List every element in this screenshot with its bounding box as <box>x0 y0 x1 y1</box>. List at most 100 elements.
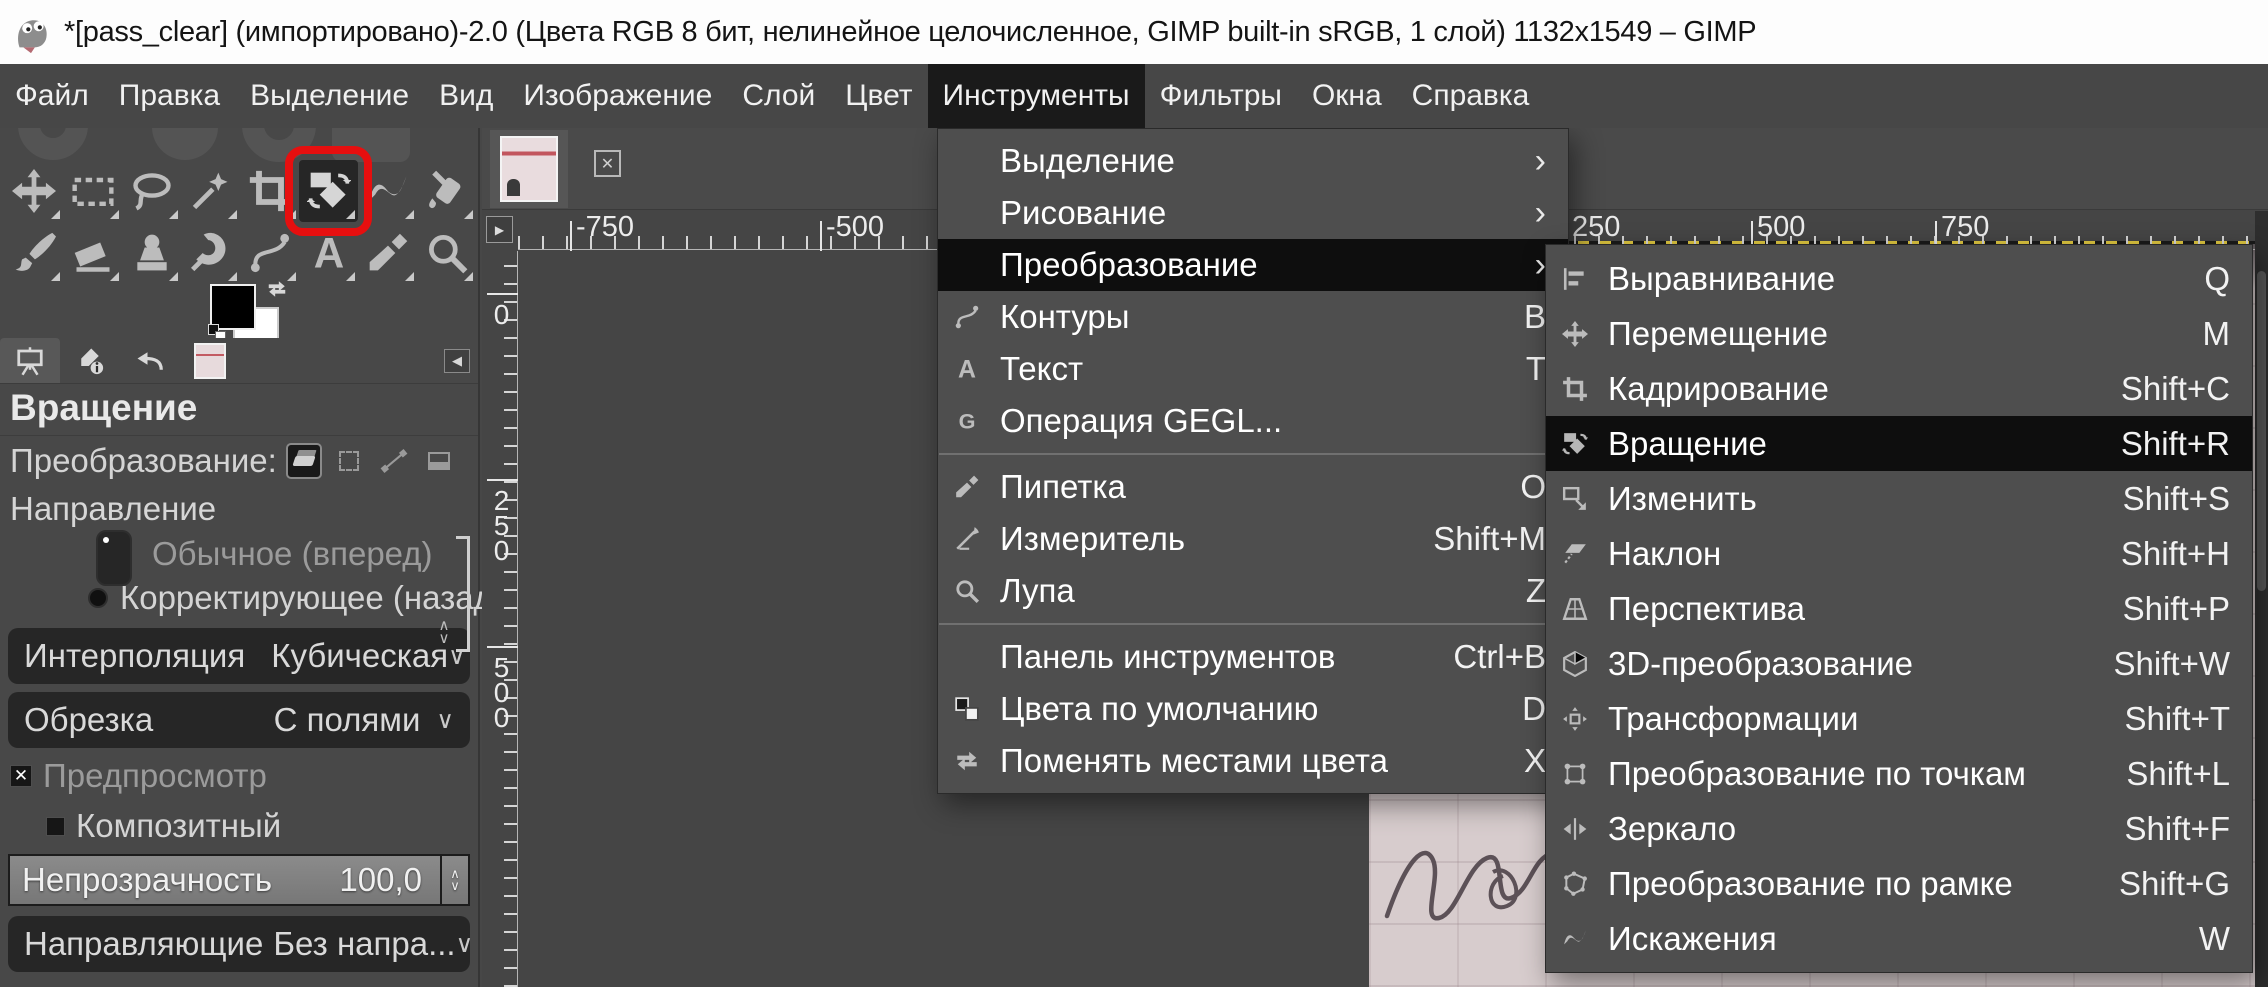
menu-item[interactable]: Искажения W <box>1546 911 2252 966</box>
vertical-scrollbar[interactable] <box>2255 211 2268 987</box>
menu-item[interactable]: Рисование › <box>938 187 1568 239</box>
menu-item[interactable]: Цвета по умолчанию D <box>938 683 1568 735</box>
checkbox-icon[interactable] <box>46 817 65 836</box>
toolbox <box>0 128 478 338</box>
menu-item[interactable]: Измеритель Shift+M <box>938 513 1568 565</box>
eraser-tool[interactable] <box>63 222 122 284</box>
warp-tool[interactable] <box>358 160 417 222</box>
menu-item[interactable]: Преобразование по рамке Shift+G <box>1546 856 2252 911</box>
bucket-fill-tool[interactable] <box>417 160 476 222</box>
tool-icon <box>307 169 351 213</box>
menubar-item[interactable]: Цвет <box>830 64 927 128</box>
direction-normal-option[interactable]: Обычное (вперед) <box>0 532 478 576</box>
menu-item[interactable]: Преобразование по точкам Shift+L <box>1546 746 2252 801</box>
menu-item[interactable] <box>939 453 1567 455</box>
direction-corrective-option[interactable]: Корректирующее (назад) ∧∨ <box>0 576 478 620</box>
interpolation-dropdown[interactable]: Интерполяция Кубическая ∨ <box>8 628 470 684</box>
paths-tool[interactable] <box>240 222 299 284</box>
free-select-tool[interactable] <box>122 160 181 222</box>
menu-item[interactable]: Операция GEGL... <box>938 395 1568 447</box>
ruler-label: 750 <box>1935 211 1989 244</box>
swap-colors-icon[interactable] <box>266 278 288 300</box>
tab-device-status[interactable] <box>60 338 120 383</box>
menu-item[interactable]: Контуры B <box>938 291 1568 343</box>
menu-item[interactable]: Кадрирование Shift+C <box>1546 361 2252 416</box>
tool-icon <box>366 231 410 275</box>
tab-tool-options[interactable] <box>0 338 60 383</box>
default-colors-icon[interactable] <box>208 324 228 338</box>
menubar-item[interactable]: Справка <box>1397 64 1545 128</box>
link-arrows-icon[interactable]: ∧∨ <box>436 582 452 682</box>
menu-item[interactable]: Лупа Z <box>938 565 1568 617</box>
clipping-value: С полями <box>274 701 421 739</box>
menu-item[interactable]: Зеркало Shift+F <box>1546 801 2252 856</box>
menu-item[interactable]: Панель инструментов Ctrl+B <box>938 631 1568 683</box>
transform-path-button[interactable] <box>376 443 412 479</box>
menubar-item[interactable]: Изображение <box>508 64 727 128</box>
menu-item[interactable]: Пипетка O <box>938 461 1568 513</box>
transform-target-label: Преобразование: <box>10 442 277 480</box>
clone-tool[interactable] <box>122 222 181 284</box>
opacity-spinner[interactable]: ∧∨ <box>440 856 468 904</box>
menu-item-icon <box>954 356 980 382</box>
zoom-tool[interactable] <box>417 222 476 284</box>
menu-item[interactable]: Перемещение M <box>1546 306 2252 361</box>
color-picker-tool[interactable] <box>358 222 417 284</box>
menu-item[interactable]: Выделение › <box>938 135 1568 187</box>
menubar-item[interactable]: Вид <box>424 64 508 128</box>
smudge-tool[interactable] <box>181 222 240 284</box>
transform-image-button[interactable] <box>421 443 457 479</box>
menu-item[interactable]: Текст T <box>938 343 1568 395</box>
menu-item[interactable]: Выравнивание Q <box>1546 251 2252 306</box>
menu-item[interactable]: Вращение Shift+R <box>1546 416 2252 471</box>
scrollbar-thumb[interactable] <box>2257 271 2266 591</box>
image-tab[interactable] <box>490 130 568 208</box>
menu-item[interactable]: Поменять местами цвета X <box>938 735 1568 787</box>
menu-item-label: Перспектива <box>1608 590 1805 628</box>
menu-item[interactable] <box>939 623 1567 625</box>
menubar-item[interactable]: Правка <box>104 64 235 128</box>
paintbrush-tool[interactable] <box>4 222 63 284</box>
composited-checkbox-row[interactable]: Композитный <box>0 804 478 848</box>
tab-image-thumbnail[interactable] <box>180 338 240 383</box>
menu-item-shortcut: Shift+P <box>2123 590 2230 628</box>
vertical-ruler[interactable]: 0250500 <box>482 251 518 987</box>
menu-item[interactable]: Наклон Shift+H <box>1546 526 2252 581</box>
menu-item[interactable]: Трансформации Shift+T <box>1546 691 2252 746</box>
menubar-item[interactable]: Инструменты <box>928 64 1145 128</box>
tools-menu: Выделение › Рисование › Преобразование ›… <box>937 128 1569 794</box>
menu-item[interactable]: Преобразование › <box>938 239 1568 291</box>
menubar-item[interactable]: Фильтры <box>1145 64 1297 128</box>
transform-layer-button[interactable] <box>286 443 322 479</box>
rectangle-select-tool[interactable] <box>63 160 122 222</box>
menubar-item[interactable]: Слой <box>727 64 830 128</box>
preview-checkbox-row[interactable]: ✕ Предпросмотр <box>0 754 478 798</box>
fuzzy-select-tool[interactable] <box>181 160 240 222</box>
ruler-corner-button[interactable]: ▶ <box>486 216 513 243</box>
menu-item-shortcut: Z <box>1526 572 1546 610</box>
tab-undo-history[interactable] <box>120 338 180 383</box>
menu-item-label: Контуры <box>1000 298 1130 336</box>
text-tool[interactable] <box>299 222 358 284</box>
menu-item-shortcut: Shift+G <box>2119 865 2230 903</box>
menu-item[interactable]: Изменить Shift+S <box>1546 471 2252 526</box>
opacity-slider[interactable]: Непрозрачность 100,0 ∧∨ <box>8 854 470 906</box>
menu-item-icon <box>1562 266 1588 292</box>
menu-item[interactable]: Перспектива Shift+P <box>1546 581 2252 636</box>
crop-tool[interactable] <box>240 160 299 222</box>
move-tool[interactable] <box>4 160 63 222</box>
image-tab-close-button[interactable]: ✕ <box>594 150 621 177</box>
menubar-item[interactable]: Окна <box>1297 64 1397 128</box>
radio-icon[interactable] <box>88 588 108 608</box>
transform-selection-button[interactable] <box>331 443 367 479</box>
fifteen-degrees-checkbox-row[interactable]: 15 градусов (Shift) <box>0 978 478 987</box>
rotate-tool[interactable] <box>299 160 358 222</box>
panel-collapse-button[interactable]: ◀ <box>444 349 470 373</box>
clipping-dropdown[interactable]: Обрезка С полями ∨ <box>8 692 470 748</box>
tool-icon <box>366 169 410 213</box>
menubar-item[interactable]: Файл <box>0 64 104 128</box>
checkbox-checked-icon[interactable]: ✕ <box>10 765 32 787</box>
guides-dropdown[interactable]: Направляющие Без напра... ∨ <box>8 916 470 972</box>
menubar-item[interactable]: Выделение <box>235 64 424 128</box>
menu-item[interactable]: 3D-преобразование Shift+W <box>1546 636 2252 691</box>
